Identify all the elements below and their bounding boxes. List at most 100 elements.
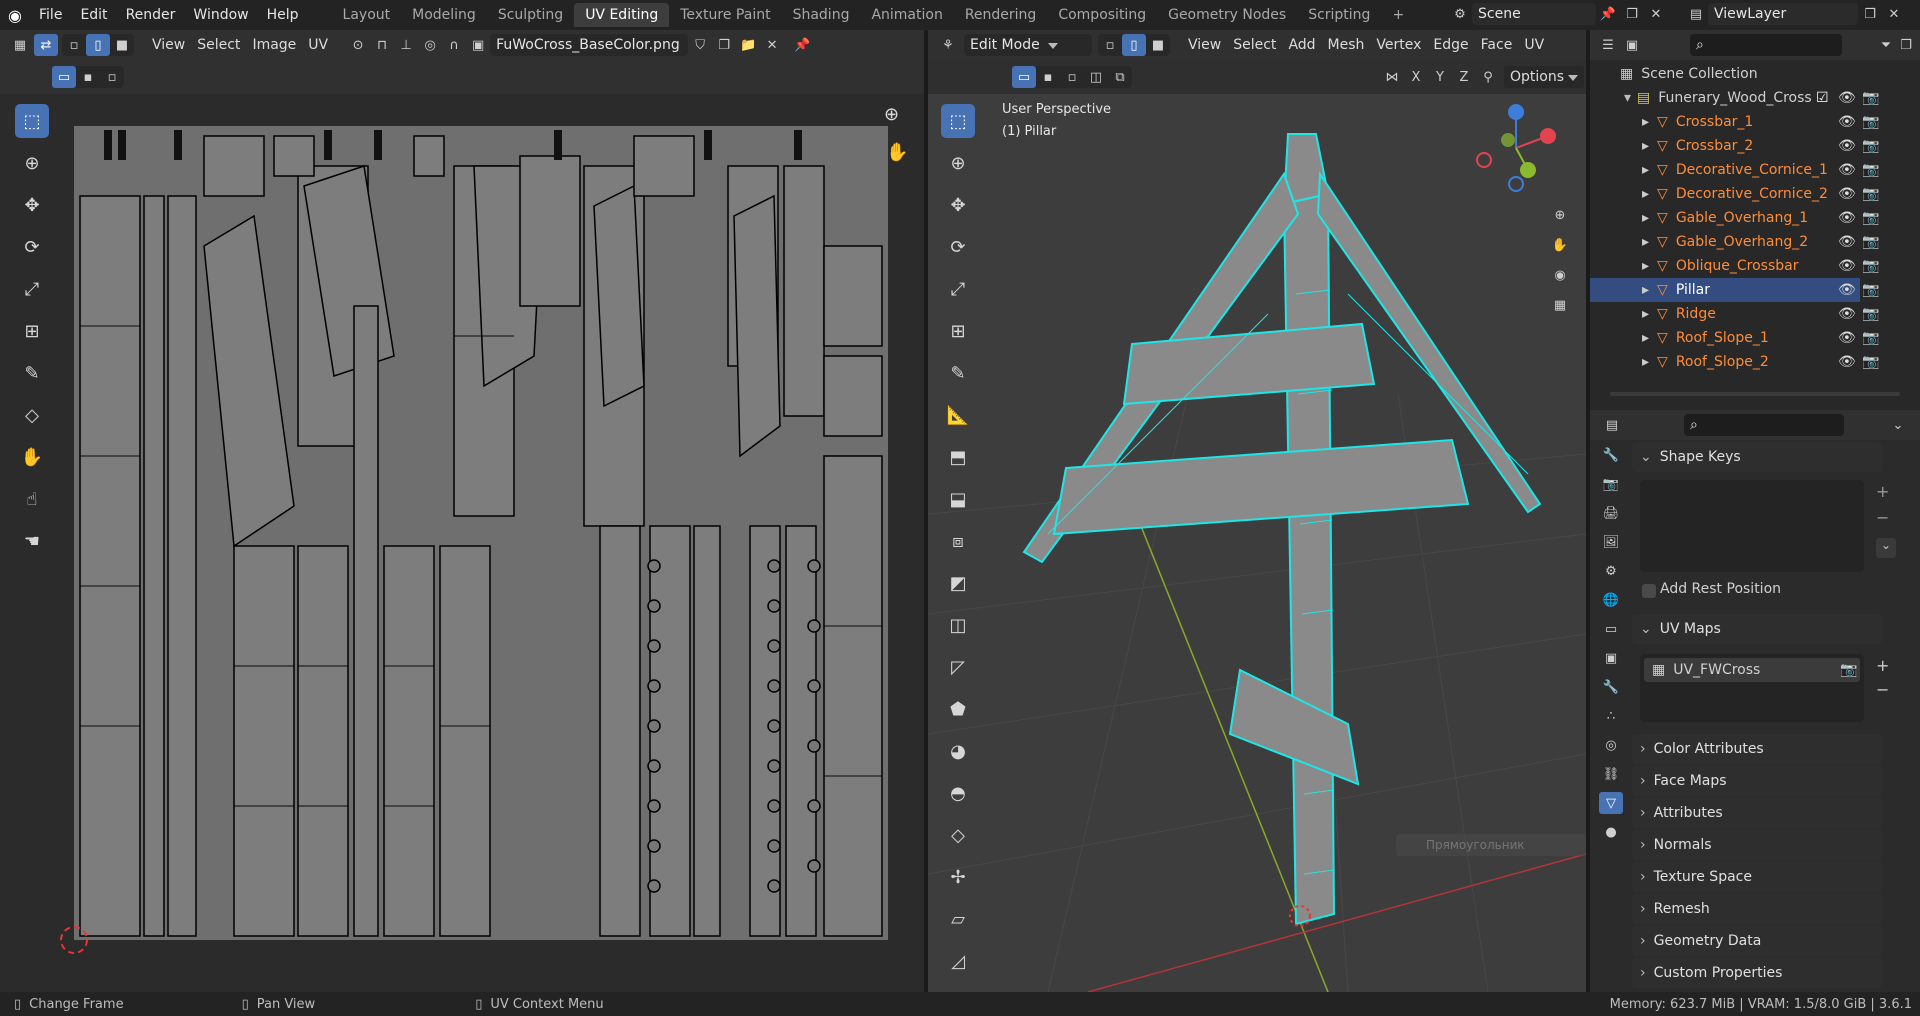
tab-rendering[interactable]: Rendering — [954, 3, 1048, 27]
scene-collection-row[interactable]: ▦ Scene Collection — [1590, 62, 1860, 86]
object-render-icon[interactable]: 📷 — [1862, 114, 1879, 130]
mirror-x-button[interactable]: X — [1404, 66, 1428, 88]
constraints-tab-icon[interactable]: ⛓ — [1599, 763, 1623, 785]
vp-move-tool-icon[interactable]: ✥ — [941, 188, 975, 222]
object-visibility-icon[interactable]: 👁 — [1838, 306, 1856, 322]
expand-icon[interactable]: ▸ — [1642, 234, 1649, 250]
select-box-mode-new-icon[interactable]: ▭ — [52, 66, 76, 88]
outliner-object-row[interactable]: ▸ ▽ Gable_Overhang_1 👁 📷 — [1590, 206, 1879, 230]
viewport-editor-type-icon[interactable]: ⚘ — [936, 34, 960, 56]
uv-maps-panel[interactable]: ⌄ UV Maps — [1632, 614, 1882, 644]
inset-tool-icon[interactable]: ⧈ — [941, 524, 975, 558]
outliner-type-icon[interactable]: ☰ — [1596, 34, 1620, 56]
scene-icon[interactable]: ⚙ — [1448, 3, 1472, 25]
object-render-icon[interactable]: 📷 — [1862, 162, 1879, 178]
vp-select-intersect-icon[interactable]: ⧉ — [1108, 66, 1132, 88]
expand-icon[interactable]: ▸ — [1642, 210, 1649, 226]
vp-menu-face[interactable]: Face — [1475, 34, 1519, 56]
properties-panel-header[interactable]: › Custom Properties — [1632, 958, 1882, 988]
vp-menu-mesh[interactable]: Mesh — [1322, 34, 1371, 56]
bevel-tool-icon[interactable]: ◩ — [941, 566, 975, 600]
vp-menu-add[interactable]: Add — [1282, 34, 1321, 56]
shape-keys-panel[interactable]: ⌄ Shape Keys — [1632, 442, 1882, 472]
vp-select-extend-icon[interactable]: ▪ — [1036, 66, 1060, 88]
expand-icon[interactable]: ▸ — [1642, 114, 1649, 130]
shape-key-specials-button[interactable]: ⌄ — [1876, 538, 1896, 558]
delete-scene-icon[interactable]: ✕ — [1644, 3, 1668, 25]
vp-menu-edge[interactable]: Edge — [1427, 34, 1474, 56]
shear-tool-icon[interactable]: ▱ — [941, 902, 975, 936]
tab-layout[interactable]: Layout — [332, 3, 402, 27]
new-view-layer-icon[interactable]: ❐ — [1858, 3, 1882, 25]
properties-type-icon[interactable]: ▤ — [1600, 414, 1624, 436]
relax-tool-icon[interactable]: ☝ — [15, 482, 49, 516]
outliner-object-row[interactable]: ▸ ▽ Decorative_Cornice_1 👁 📷 — [1590, 158, 1879, 182]
object-visibility-icon[interactable]: 👁 — [1838, 234, 1856, 250]
transform-tool-icon[interactable]: ⊞ — [15, 314, 49, 348]
outliner-object-row[interactable]: ▸ ▽ Crossbar_1 👁 📷 — [1590, 110, 1879, 134]
menu-edit[interactable]: Edit — [71, 0, 116, 30]
outliner-object-row[interactable]: ▸ ▽ Roof_Slope_1 👁 📷 — [1590, 326, 1879, 350]
scale-tool-icon[interactable]: ⤢ — [15, 272, 49, 306]
vp-menu-vertex[interactable]: Vertex — [1370, 34, 1427, 56]
object-render-icon[interactable]: 📷 — [1862, 306, 1879, 322]
loop-cut-tool-icon[interactable]: ◫ — [941, 608, 975, 642]
pin-scene-icon[interactable]: 📌 — [1596, 3, 1620, 25]
object-render-icon[interactable]: 📷 — [1862, 282, 1879, 298]
options-dropdown[interactable]: Options — [1504, 66, 1585, 88]
outliner-object-row[interactable]: ▸ ▽ Roof_Slope_2 👁 📷 — [1590, 350, 1879, 374]
shape-keys-list[interactable] — [1640, 480, 1864, 572]
zoom-view-icon[interactable]: ⊕ — [884, 104, 899, 125]
expand-icon[interactable]: ▸ — [1642, 330, 1649, 346]
vp-scale-tool-icon[interactable]: ⤢ — [941, 272, 975, 306]
physics-tab-icon[interactable]: ◎ — [1599, 734, 1623, 756]
outliner-scrollbar[interactable] — [1610, 392, 1900, 396]
tab-scripting[interactable]: Scripting — [1297, 3, 1381, 27]
zoom-icon[interactable]: ⊕ — [1548, 204, 1572, 226]
menu-file[interactable]: File — [30, 0, 71, 30]
vp-select-tool-icon[interactable]: ⬚ — [941, 104, 975, 138]
vp-rotate-tool-icon[interactable]: ⟳ — [941, 230, 975, 264]
falloff-icon[interactable]: ∩ — [442, 34, 466, 56]
tab-geometry-nodes[interactable]: Geometry Nodes — [1157, 3, 1297, 27]
expand-icon[interactable]: ▸ — [1642, 282, 1649, 298]
tool-tab-icon[interactable]: 🔧 — [1599, 444, 1623, 466]
ortho-toggle-icon[interactable]: ▦ — [1548, 294, 1572, 316]
properties-panel-header[interactable]: › Color Attributes — [1632, 734, 1882, 764]
menu-window[interactable]: Window — [184, 0, 257, 30]
outliner-object-row[interactable]: ▸ ▽ Decorative_Cornice_2 👁 📷 — [1590, 182, 1879, 206]
collapse-icon[interactable]: ▾ — [1624, 90, 1631, 106]
pan-icon[interactable]: ✋ — [1548, 234, 1572, 256]
viewport-canvas[interactable]: User Perspective (1) Pillar Прямоугольни… — [928, 94, 1586, 992]
cursor-tool-icon[interactable]: ⊕ — [15, 146, 49, 180]
object-visibility-icon[interactable]: 👁 — [1838, 354, 1856, 370]
view-layer-field[interactable]: ViewLayer — [1708, 3, 1858, 25]
mirror-z-button[interactable]: Z — [1452, 66, 1476, 88]
mirror-icon[interactable]: ⋈ — [1380, 66, 1404, 88]
knife-tool-icon[interactable]: ◸ — [941, 650, 975, 684]
annotate-tool-icon[interactable]: ✎ — [15, 356, 49, 390]
uv-map-item[interactable]: ▦ UV_FWCross 📷 — [1644, 658, 1860, 682]
editor-type-icon[interactable]: ▦ — [8, 34, 32, 56]
delete-view-layer-icon[interactable]: ✕ — [1882, 3, 1906, 25]
properties-panel-header[interactable]: › Attributes — [1632, 798, 1882, 828]
scene-tab-icon[interactable]: ⚙ — [1599, 560, 1623, 582]
uv-menu-uv[interactable]: UV — [302, 34, 334, 56]
data-tab-icon[interactable]: ▽ — [1599, 792, 1623, 814]
auto-merge-icon[interactable]: ⚲ — [1476, 66, 1500, 88]
rip-region-tool-icon[interactable]: ◿ — [941, 944, 975, 978]
face-mode-icon[interactable]: ■ — [1146, 34, 1170, 56]
fake-user-icon[interactable]: ⛉ — [688, 34, 712, 56]
select-box-mode-extend-icon[interactable]: ▪ — [76, 66, 100, 88]
vertex-select-icon[interactable]: ▫ — [62, 34, 86, 56]
uv-menu-image[interactable]: Image — [246, 34, 302, 56]
tab-compositing[interactable]: Compositing — [1047, 3, 1157, 27]
mode-dropdown[interactable]: Edit Mode — [964, 34, 1092, 56]
add-workspace-icon[interactable]: + — [1381, 3, 1415, 27]
vp-select-subtract-icon[interactable]: ▫ — [1060, 66, 1084, 88]
new-collection-icon[interactable]: ❐ — [1894, 34, 1918, 56]
collection-row[interactable]: ▾ ▤ Funerary_Wood_Cross ☑ 👁 📷 — [1590, 86, 1879, 110]
pin-image-icon[interactable]: 📌 — [790, 34, 814, 56]
expand-icon[interactable]: ▸ — [1642, 138, 1649, 154]
world-tab-icon[interactable]: 🌐 — [1599, 589, 1623, 611]
